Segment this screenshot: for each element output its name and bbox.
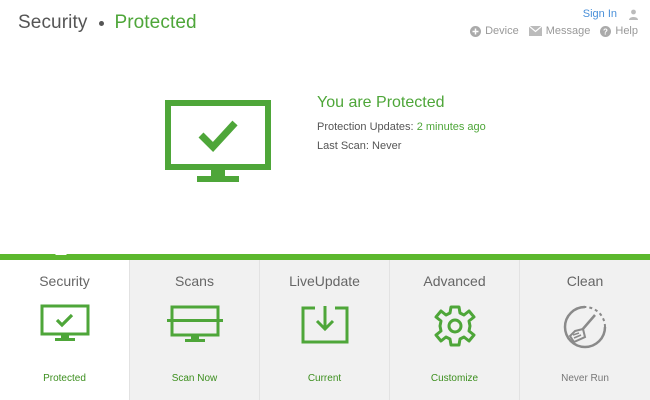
monitor-check-icon — [40, 304, 89, 341]
broom-clock-icon — [563, 305, 607, 349]
top-right-menu: Sign In Device Message ? Help — [470, 8, 638, 37]
tab-title: LiveUpdate — [289, 273, 360, 289]
last-scan-value: Never — [372, 140, 402, 152]
user-icon[interactable] — [629, 9, 638, 20]
tab-liveupdate[interactable]: LiveUpdate Current — [260, 260, 390, 400]
monitor-scan-icon — [166, 305, 223, 342]
device-label: Device — [485, 25, 519, 37]
tab-security[interactable]: Security Protected — [0, 260, 130, 400]
device-menu-item[interactable]: Device — [470, 25, 519, 37]
tab-action-never-run: Never Run — [561, 373, 609, 384]
tab-clean[interactable]: Clean Never Run — [520, 260, 650, 400]
message-menu-item[interactable]: Message — [528, 25, 591, 37]
svg-text:?: ? — [603, 27, 608, 36]
monitor-check-icon — [165, 100, 271, 182]
customize-button[interactable]: Customize — [390, 373, 519, 384]
tab-title: Scans — [175, 273, 214, 289]
protection-updates-value: 2 minutes ago — [416, 121, 486, 133]
last-scan-line: Last Scan: Never — [317, 140, 486, 152]
message-label: Message — [545, 25, 591, 37]
scan-now-button[interactable]: Scan Now — [130, 373, 259, 384]
active-tab-pointer — [55, 249, 67, 255]
feature-tabs: Security Protected Scans Scan Now LiveUp… — [0, 260, 650, 400]
tab-advanced[interactable]: Advanced Customize — [390, 260, 520, 400]
protection-updates-line: Protection Updates: 2 minutes ago — [317, 121, 486, 133]
tab-action-current: Current — [307, 373, 342, 384]
sign-in-link[interactable]: Sign In — [583, 8, 617, 20]
plus-circle-icon — [470, 25, 482, 37]
title-separator — [99, 20, 105, 26]
page-title: Security Protected — [18, 12, 197, 34]
envelope-icon — [528, 26, 542, 36]
question-circle-icon: ? — [600, 25, 612, 37]
tab-scans[interactable]: Scans Scan Now — [130, 260, 260, 400]
protection-updates-label: Protection Updates: — [317, 121, 414, 133]
tab-title: Advanced — [423, 273, 486, 289]
help-label: Help — [615, 25, 638, 37]
tab-action-protected: Protected — [43, 373, 86, 384]
download-box-icon — [301, 306, 348, 344]
protection-summary: You are Protected Protection Updates: 2 … — [317, 94, 486, 152]
tab-title: Security — [39, 273, 90, 289]
title-text: Security — [18, 12, 88, 33]
help-menu-item[interactable]: ? Help — [600, 25, 638, 37]
protection-status-title: You are Protected — [317, 94, 445, 111]
gear-icon — [434, 305, 475, 347]
status-text: Protected — [114, 12, 197, 33]
tab-title: Clean — [566, 273, 604, 289]
last-scan-label: Last Scan: — [317, 140, 369, 152]
